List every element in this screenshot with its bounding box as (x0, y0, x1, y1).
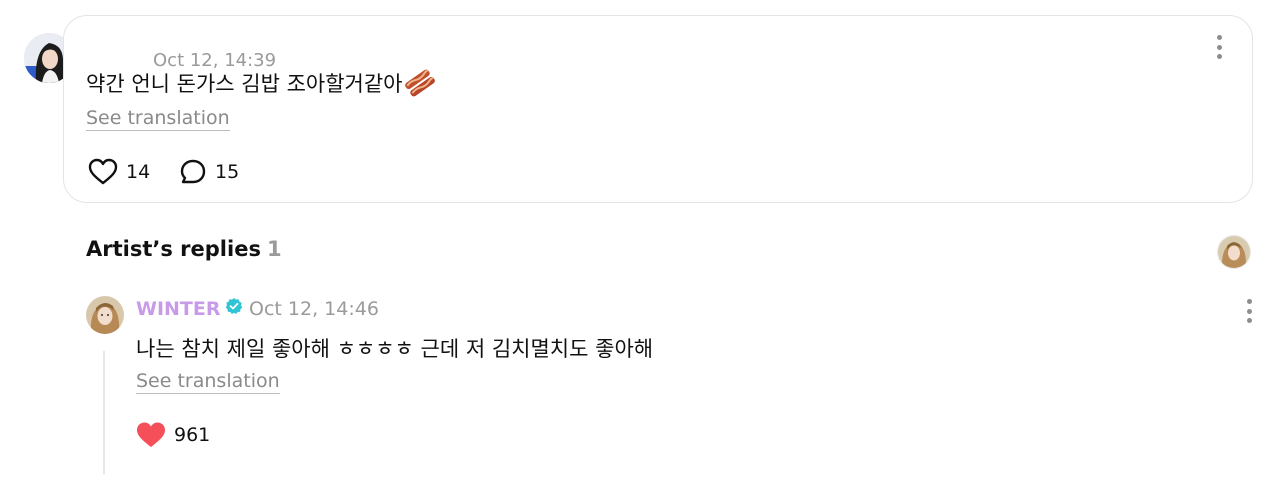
artist-name[interactable]: WINTER (136, 297, 243, 320)
artist-name-text: WINTER (136, 297, 221, 320)
reply-like-count: 961 (174, 424, 211, 446)
comment-bubble-icon (180, 159, 206, 184)
reply-timestamp: Oct 12, 14:46 (249, 298, 379, 320)
verified-badge-icon (225, 297, 243, 320)
bacon-emoji-icon (404, 69, 435, 102)
heart-filled-icon (137, 422, 165, 447)
artist-replies-heading: Artist’s replies 1 (86, 237, 282, 261)
comment-body: 약간 언니 돈가스 김밥 조아할거같아 (86, 72, 403, 96)
reply-like-button[interactable]: 961 (136, 421, 210, 449)
reply-count: 15 (215, 161, 240, 183)
artist-avatar[interactable] (86, 296, 124, 334)
artist-replies-title: Artist’s replies (86, 237, 261, 261)
see-translation-link[interactable]: See translation (86, 107, 230, 131)
reply-text: 나는 참치 제일 좋아해 ㅎㅎㅎㅎ 근데 저 김치멸치도 좋아해 (136, 337, 654, 361)
reply-button[interactable]: 15 (179, 158, 239, 186)
comment-more-options-icon[interactable] (1216, 35, 1222, 59)
artist-avatar-small[interactable] (1217, 235, 1251, 269)
reply-thread-line (103, 351, 105, 474)
artist-replies-count: 1 (266, 237, 282, 261)
heart-outline-icon (88, 158, 118, 185)
comment-thread: Oct 12, 14:39 약간 언니 돈가스 김밥 조아할거같아 See tr… (0, 0, 1280, 493)
like-button[interactable]: 14 (88, 158, 150, 186)
reply-see-translation-link[interactable]: See translation (136, 370, 280, 394)
comment-text: 약간 언니 돈가스 김밥 조아할거같아 (86, 68, 435, 102)
comment-card: Oct 12, 14:39 약간 언니 돈가스 김밥 조아할거같아 See tr… (63, 15, 1253, 203)
like-count: 14 (126, 161, 151, 183)
reply-more-options-icon[interactable] (1246, 299, 1252, 323)
